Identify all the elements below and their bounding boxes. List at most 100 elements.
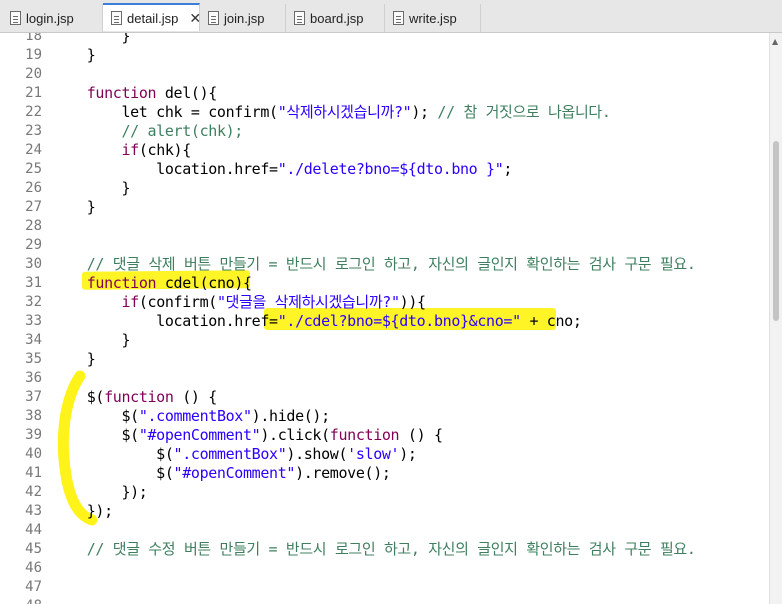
editor-tab-bar: login.jsp detail.jsp ✕ join.jsp board.js… [0, 0, 782, 33]
code-line[interactable]: } [52, 350, 96, 369]
code-line[interactable]: } [52, 198, 96, 217]
code-token: } [52, 198, 96, 216]
code-token: del(){ [156, 84, 217, 102]
code-token: } [52, 350, 96, 368]
code-line[interactable]: } [52, 33, 130, 46]
tab-board-jsp[interactable]: board.jsp [286, 4, 385, 32]
code-editor[interactable]: 18 19 20 21 22 23 24 25 26 27 28 29 30 31 32 33 34 35 36 37… [0, 33, 770, 604]
file-icon [294, 11, 305, 25]
code-token: "#openComment" [138, 426, 261, 444]
code-token: $( [52, 464, 174, 482]
code-token: } [52, 179, 131, 197]
code-token: ; [503, 160, 513, 178]
code-token: "삭제하시겠습니까?" [277, 103, 412, 121]
vertical-scrollbar[interactable]: ▲ [769, 33, 782, 604]
code-line[interactable]: $(".commentBox").hide(); [52, 407, 330, 426]
scrollbar-thumb[interactable] [773, 141, 779, 321]
line-number: 39 [25, 427, 42, 443]
code-token: }); [52, 502, 113, 520]
code-line[interactable]: location.href="./delete?bno=${dto.bno }"… [52, 160, 512, 179]
code-token: (confirm( [138, 293, 217, 311]
code-token: () { [399, 426, 443, 444]
code-token: $( [52, 445, 174, 463]
code-token: "#openComment" [173, 464, 296, 482]
line-number: 23 [25, 123, 42, 139]
line-number: 31 [25, 275, 42, 291]
file-icon [111, 11, 122, 25]
code-line[interactable]: // alert(chk); [52, 122, 243, 141]
code-line[interactable]: $("#openComment").remove(); [52, 464, 391, 483]
line-number: 46 [25, 560, 42, 576]
tab-label: write.jsp [409, 10, 457, 26]
code-token: $( [52, 426, 139, 444]
code-token: ).remove(); [295, 464, 391, 482]
tab-login-jsp[interactable]: login.jsp [2, 4, 103, 32]
code-line[interactable]: location.href="./cdel?bno=${dto.bno}&cno… [52, 312, 582, 331]
scroll-up-arrow-icon[interactable]: ▲ [772, 37, 778, 46]
line-number: 18 [25, 33, 42, 44]
code-token: ).show( [286, 445, 348, 463]
line-number: 48 [2, 597, 42, 604]
line-number: 44 [25, 522, 42, 538]
code-line[interactable]: } [52, 46, 96, 65]
tab-label: join.jsp [224, 10, 265, 26]
code-token: "댓글을 삭제하시겠습니까?" [216, 293, 400, 311]
code-token: ); [411, 103, 438, 121]
line-number: 42 [25, 484, 42, 500]
line-number: 38 [25, 408, 42, 424]
code-token: $( [52, 388, 105, 406]
line-number: 24 [25, 142, 42, 158]
line-number: 25 [25, 161, 42, 177]
code-token: location.href= [52, 160, 278, 178]
code-token: 'slow' [347, 445, 400, 463]
code-line[interactable]: } [52, 179, 130, 198]
tab-label: board.jsp [310, 10, 364, 26]
code-line[interactable]: function del(){ [52, 84, 218, 103]
code-token: } [52, 46, 96, 64]
code-line[interactable]: if(chk){ [52, 141, 191, 160]
code-token: if [121, 293, 139, 311]
code-line[interactable]: // 댓글 수정 버튼 만들기 = 반드시 로그인 하고, 자신의 글인지 확인… [52, 540, 696, 559]
line-number: 28 [25, 218, 42, 234]
tab-join-jsp[interactable]: join.jsp [200, 4, 286, 32]
line-number: 45 [25, 541, 42, 557]
code-line[interactable]: // 댓글 삭제 버튼 만들기 = 반드시 로그인 하고, 자신의 글인지 확인… [52, 255, 696, 274]
tab-label: login.jsp [26, 10, 74, 26]
line-number: 40 [25, 446, 42, 462]
code-token: ); [399, 445, 417, 463]
code-line[interactable]: } [52, 331, 130, 350]
code-line[interactable]: function cdel(cno){ [52, 274, 252, 293]
line-number: 32 [25, 294, 42, 310]
code-line[interactable]: if(confirm("댓글을 삭제하시겠습니까?")){ [52, 293, 426, 312]
code-line[interactable]: }); [52, 483, 147, 502]
code-token: let chk = confirm( [52, 103, 278, 121]
line-number: 20 [25, 66, 42, 82]
line-number: 41 [25, 465, 42, 481]
code-token: ".commentBox" [138, 407, 252, 425]
code-line[interactable]: let chk = confirm("삭제하시겠습니까?"); // 참 거짓으… [52, 103, 611, 122]
code-token: + cno; [520, 312, 582, 330]
code-line[interactable]: }); [52, 502, 113, 521]
code-token: ).click( [260, 426, 330, 444]
code-token: } [52, 33, 131, 45]
line-number: 37 [25, 389, 42, 405]
line-number: 27 [25, 199, 42, 215]
code-line[interactable]: $("#openComment").click(function () { [52, 426, 443, 445]
tab-detail-jsp[interactable]: detail.jsp ✕ [103, 3, 201, 31]
code-token: )){ [399, 293, 426, 311]
tab-write-jsp[interactable]: write.jsp [385, 4, 481, 32]
code-token: // 참 거짓으로 나옵니다. [437, 103, 611, 121]
code-token: "./delete?bno=${dto.bno }" [277, 160, 504, 178]
code-line[interactable]: $(function () { [52, 388, 218, 407]
code-token: // 댓글 삭제 버튼 만들기 = 반드시 로그인 하고, 자신의 글인지 확인… [86, 255, 696, 273]
code-line[interactable]: $(".commentBox").show('slow'); [52, 445, 417, 464]
code-token: ".commentBox" [173, 445, 287, 463]
line-number: 34 [25, 332, 42, 348]
code-token: (chk){ [138, 141, 191, 159]
line-number: 22 [25, 104, 42, 120]
file-icon [393, 11, 404, 25]
code-token: "./cdel?bno=${dto.bno}&cno=" [277, 312, 521, 330]
file-icon [208, 11, 219, 25]
